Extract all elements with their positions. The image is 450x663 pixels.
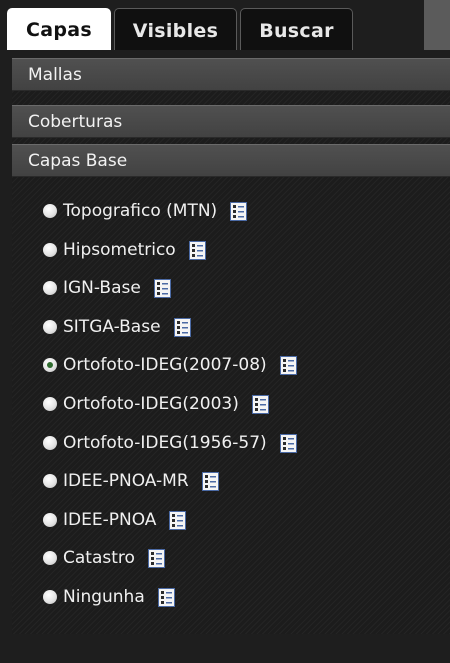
layer-label: IDEE-PNOA-MR: [63, 471, 189, 491]
legend-icon[interactable]: [157, 587, 175, 607]
layer-radio[interactable]: [43, 204, 57, 218]
layer-panel: Capas Visibles Buscar Mallas Coberturas …: [0, 0, 450, 663]
layer-item[interactable]: Ortofoto-IDEG(2003): [43, 390, 269, 418]
tab-bar: Capas Visibles Buscar: [0, 8, 424, 50]
layer-label: Ningunha: [63, 587, 145, 607]
layer-radio[interactable]: [43, 281, 57, 295]
layer-label: Topografico (MTN): [63, 201, 218, 221]
layer-radio[interactable]: [43, 513, 57, 527]
layer-radio[interactable]: [43, 358, 57, 372]
layer-radio[interactable]: [43, 551, 57, 565]
layer-label: Ortofoto-IDEG(2007-08): [63, 355, 267, 375]
tab-buscar[interactable]: Buscar: [240, 8, 353, 50]
layer-item[interactable]: Ortofoto-IDEG(2007-08): [43, 351, 297, 379]
layer-label: Ortofoto-IDEG(1956-57): [63, 433, 267, 453]
legend-icon[interactable]: [173, 317, 191, 337]
layer-item[interactable]: Topografico (MTN): [43, 197, 248, 225]
layer-label: IDEE-PNOA: [63, 510, 157, 530]
layer-radio[interactable]: [43, 243, 57, 257]
tab-visibles[interactable]: Visibles: [114, 8, 237, 50]
layer-radio[interactable]: [43, 397, 57, 411]
section-mallas[interactable]: Mallas: [12, 58, 450, 91]
layer-label: Catastro: [63, 548, 135, 568]
legend-icon[interactable]: [153, 278, 171, 298]
legend-icon[interactable]: [201, 471, 219, 491]
layer-item[interactable]: IDEE-PNOA-MR: [43, 467, 219, 495]
layer-radio[interactable]: [43, 320, 57, 334]
top-right-strip: [424, 0, 450, 50]
legend-icon[interactable]: [188, 240, 206, 260]
layer-label: SITGA-Base: [63, 317, 161, 337]
layer-item[interactable]: Catastro: [43, 544, 165, 572]
section-coberturas[interactable]: Coberturas: [12, 105, 450, 138]
layer-radio[interactable]: [43, 474, 57, 488]
layer-item[interactable]: SITGA-Base: [43, 313, 191, 341]
layer-item[interactable]: Ningunha: [43, 583, 175, 611]
layer-item[interactable]: IGN-Base: [43, 274, 171, 302]
legend-icon[interactable]: [279, 355, 297, 375]
section-capas-base[interactable]: Capas Base: [12, 144, 450, 177]
legend-icon[interactable]: [169, 510, 187, 530]
legend-icon[interactable]: [230, 201, 248, 221]
legend-icon[interactable]: [147, 548, 165, 568]
layer-label: IGN-Base: [63, 278, 141, 298]
layer-item[interactable]: IDEE-PNOA: [43, 506, 187, 534]
legend-icon[interactable]: [279, 433, 297, 453]
tab-capas[interactable]: Capas: [7, 8, 111, 50]
layer-label: Ortofoto-IDEG(2003): [63, 394, 239, 414]
layer-radio[interactable]: [43, 436, 57, 450]
layer-label: Hipsometrico: [63, 240, 176, 260]
layer-item[interactable]: Hipsometrico: [43, 236, 206, 264]
layer-item[interactable]: Ortofoto-IDEG(1956-57): [43, 429, 297, 457]
legend-icon[interactable]: [251, 394, 269, 414]
layer-radio[interactable]: [43, 590, 57, 604]
